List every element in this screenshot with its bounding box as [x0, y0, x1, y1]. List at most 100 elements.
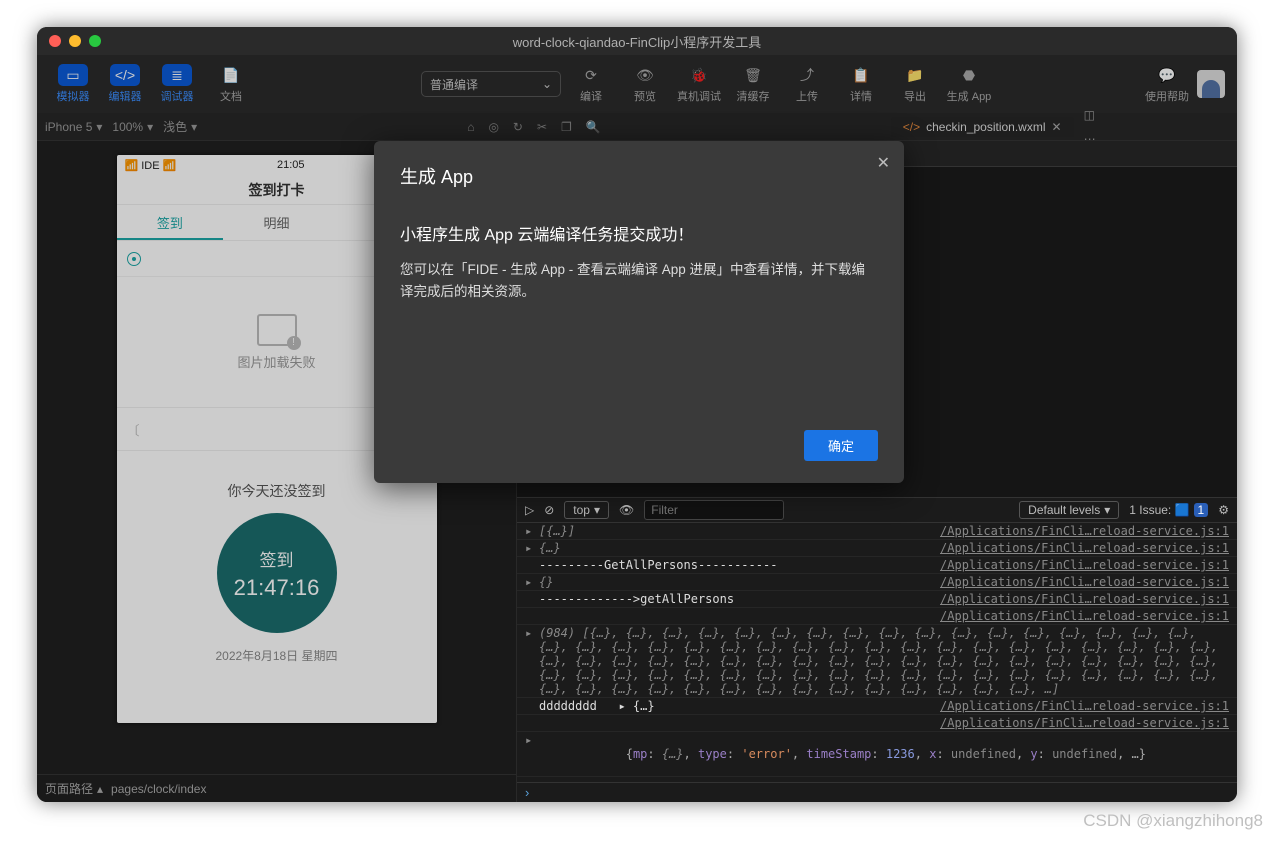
- modal-body: 您可以在「FIDE - 生成 App - 查看云端编译 App 进展」中查看详情…: [400, 259, 878, 302]
- subbar-icons: ⌂ ◎ ↻ ✂ ❐ 🔍: [467, 120, 601, 134]
- close-window-icon[interactable]: [49, 35, 61, 47]
- remote-label: 真机调试: [677, 88, 721, 104]
- simulator-label: 模拟器: [57, 88, 90, 104]
- debugger-button[interactable]: ≣调试器: [153, 64, 201, 104]
- upload-label: 上传: [796, 88, 818, 104]
- split-icon[interactable]: ◫: [1084, 108, 1229, 122]
- help-label: 使用帮助: [1145, 88, 1189, 104]
- chevron-down-icon: ▾: [1104, 503, 1110, 517]
- ok-button[interactable]: 确定: [804, 430, 878, 461]
- location-icon[interactable]: ◎: [488, 120, 498, 134]
- simulator-footer: 页面路径 ▴ pages/clock/index: [37, 774, 516, 802]
- docs-button[interactable]: 📄文档: [207, 64, 255, 104]
- toolbar: ▭模拟器 </>编辑器 ≣调试器 📄文档 普通编译 ⌄ ⟳编译 👁预览 🐞真机调试…: [37, 55, 1237, 113]
- checkin-date: 2022年8月18日 星期四: [117, 647, 437, 664]
- gear-icon[interactable]: ⚙: [1218, 503, 1229, 517]
- context-dropdown[interactable]: top ▾: [564, 501, 609, 519]
- window-title: word-clock-qiandao-FinClip小程序开发工具: [37, 32, 1237, 51]
- editor-label: 编辑器: [109, 88, 142, 104]
- chevron-down-icon: ▾: [147, 120, 153, 134]
- broken-image-icon: [257, 314, 297, 346]
- generate-app-modal: 生成 App ✕ 小程序生成 App 云端编译任务提交成功！ 您可以在「FIDE…: [374, 141, 904, 483]
- play-icon[interactable]: ▷: [525, 503, 534, 517]
- console-log[interactable]: ▸[{…}]/Applications/FinCli…reload-servic…: [517, 523, 1237, 782]
- simulator-button[interactable]: ▭模拟器: [49, 64, 97, 104]
- compile-mode-label: 普通编译: [430, 76, 478, 93]
- avatar[interactable]: [1197, 70, 1225, 98]
- checkin-button-label: 签到: [260, 546, 294, 571]
- chevron-down-icon: ▾: [191, 120, 197, 134]
- close-icon[interactable]: ✕: [877, 153, 890, 173]
- log-source[interactable]: /Applications/FinCli…reload-service.js:1: [940, 699, 1229, 713]
- app-window: word-clock-qiandao-FinClip小程序开发工具 ▭模拟器 <…: [37, 27, 1237, 802]
- chevron-down-icon: ▾: [594, 503, 600, 517]
- detail-button[interactable]: 📋详情: [837, 64, 885, 104]
- status-left: 📶 IDE 📶: [125, 159, 177, 172]
- tab-detail[interactable]: 明细: [223, 205, 330, 240]
- device-dropdown[interactable]: iPhone 5▾: [45, 120, 102, 134]
- search-icon[interactable]: 🔍: [586, 120, 601, 134]
- code-file-icon: </>: [903, 120, 920, 134]
- clear-console-icon[interactable]: ⊘: [544, 503, 554, 517]
- location-pin-icon: [127, 252, 141, 266]
- issues-badge[interactable]: 1 Issue: 🟦1: [1129, 503, 1208, 517]
- docs-label: 文档: [220, 88, 242, 104]
- clear-cache-button[interactable]: 🗑清缓存: [729, 64, 777, 104]
- console-prompt[interactable]: ›: [517, 782, 1237, 802]
- help-button[interactable]: 💬使用帮助: [1143, 64, 1191, 104]
- log-source[interactable]: /Applications/FinCli…reload-service.js:1: [940, 716, 1229, 730]
- modal-title: 生成 App: [400, 163, 878, 189]
- log-source[interactable]: /Applications/FinCli…reload-service.js:1: [940, 575, 1229, 589]
- checkin-button-time: 21:47:16: [234, 575, 320, 601]
- editor-button[interactable]: </>编辑器: [101, 64, 149, 104]
- chevron-down-icon: ⌄: [542, 77, 552, 91]
- page-path-label[interactable]: 页面路径 ▴: [45, 780, 103, 797]
- log-source[interactable]: /Applications/FinCli…reload-service.js:1: [940, 558, 1229, 572]
- preview-button[interactable]: 👁预览: [621, 64, 669, 104]
- log-source[interactable]: /Applications/FinCli…reload-service.js:1: [940, 541, 1229, 555]
- page-path-value: pages/clock/index: [111, 782, 206, 796]
- clear-label: 清缓存: [737, 88, 770, 104]
- compile-label: 编译: [580, 88, 602, 104]
- log-source[interactable]: /Applications/FinCli…reload-service.js:1: [940, 524, 1229, 538]
- export-label: 导出: [904, 88, 926, 104]
- status-time: 21:05: [176, 159, 405, 171]
- genapp-label: 生成 App: [947, 88, 992, 104]
- debugger-label: 调试器: [161, 88, 194, 104]
- zoom-dropdown[interactable]: 100%▾: [112, 120, 153, 134]
- theme-dropdown[interactable]: 浅色▾: [163, 118, 197, 135]
- eye-icon[interactable]: 👁: [619, 503, 634, 517]
- remote-debug-button[interactable]: 🐞真机调试: [675, 64, 723, 104]
- titlebar: word-clock-qiandao-FinClip小程序开发工具: [37, 27, 1237, 55]
- cut-icon[interactable]: ✂: [537, 120, 547, 134]
- minimize-window-icon[interactable]: [69, 35, 81, 47]
- refresh-icon[interactable]: ↻: [513, 120, 523, 134]
- export-button[interactable]: 📁导出: [891, 64, 939, 104]
- generate-app-button[interactable]: ⬣生成 App: [945, 64, 993, 104]
- log-source[interactable]: /Applications/FinCli…reload-service.js:1: [940, 592, 1229, 606]
- more-icon[interactable]: ⋯: [1084, 132, 1229, 146]
- editor-tab-label: checkin_position.wxml: [926, 120, 1045, 134]
- home-icon[interactable]: ⌂: [467, 120, 474, 134]
- filter-input[interactable]: [644, 500, 784, 520]
- checkin-button[interactable]: 签到 21:47:16: [217, 513, 337, 633]
- upload-button[interactable]: ⤴上传: [783, 64, 831, 104]
- levels-dropdown[interactable]: Default levels ▾: [1019, 501, 1119, 519]
- chevron-down-icon: ▾: [96, 120, 102, 134]
- close-tab-icon[interactable]: ✕: [1052, 120, 1062, 134]
- watermark: CSDN @xiangzhihong8: [1083, 811, 1263, 831]
- tab-checkin[interactable]: 签到: [117, 205, 224, 240]
- image-fail-label: 图片加载失败: [237, 352, 315, 371]
- compile-button[interactable]: ⟳编译: [567, 64, 615, 104]
- console-panel: ▷ ⊘ top ▾ 👁 Default levels ▾ 1 Issue: 🟦1…: [517, 497, 1237, 802]
- traffic-lights: [49, 35, 101, 47]
- detail-label: 详情: [850, 88, 872, 104]
- subbar: iPhone 5▾ 100%▾ 浅色▾ ⌂ ◎ ↻ ✂ ❐ 🔍 </> chec…: [37, 113, 1237, 141]
- preview-label: 预览: [634, 88, 656, 104]
- log-source[interactable]: /Applications/FinCli…reload-service.js:1: [940, 609, 1229, 623]
- copy-icon[interactable]: ❐: [561, 120, 572, 134]
- zoom-window-icon[interactable]: [89, 35, 101, 47]
- compile-mode-dropdown[interactable]: 普通编译 ⌄: [421, 71, 561, 97]
- editor-tab[interactable]: </> checkin_position.wxml ✕: [891, 117, 1074, 137]
- console-toolbar: ▷ ⊘ top ▾ 👁 Default levels ▾ 1 Issue: 🟦1…: [517, 497, 1237, 523]
